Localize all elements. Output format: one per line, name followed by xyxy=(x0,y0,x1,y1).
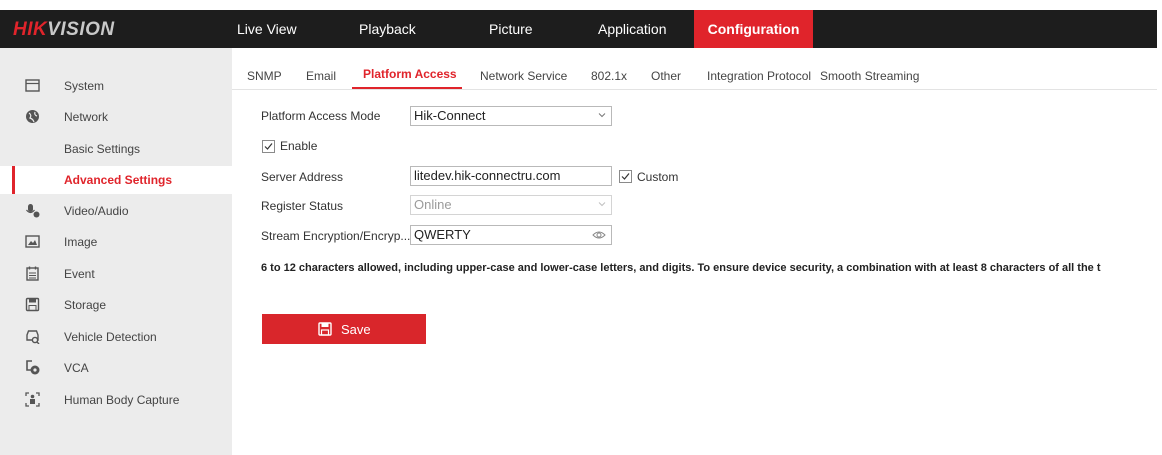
sidebar-item-video-audio[interactable]: Video/Audio xyxy=(0,197,232,225)
tab-smooth-streaming[interactable]: Smooth Streaming xyxy=(820,69,919,83)
tab-divider xyxy=(232,89,1157,90)
sidebar-item-label: Image xyxy=(64,235,98,249)
tab-integration-protocol[interactable]: Integration Protocol xyxy=(707,69,811,83)
sidebar-item-label: System xyxy=(64,79,105,93)
custom-label: Custom xyxy=(637,170,679,184)
tab-network-service[interactable]: Network Service xyxy=(480,69,567,83)
nav-configuration[interactable]: Configuration xyxy=(694,10,813,48)
sidebar-item-event[interactable]: Event xyxy=(0,260,232,288)
vehicle-icon xyxy=(26,330,40,344)
sidebar-item-label: Advanced Settings xyxy=(64,173,173,187)
nav-live-view[interactable]: Live View xyxy=(237,10,297,48)
save-icon xyxy=(318,322,332,336)
sidebar-item-network[interactable]: Network xyxy=(0,103,232,131)
monitor-icon xyxy=(25,79,40,92)
hikvision-logo: HIKVISION xyxy=(13,19,115,41)
top-nav-bar: HIKVISION Live View Playback Picture App… xyxy=(0,10,1157,48)
logo-part-1: HIK xyxy=(13,19,48,40)
sidebar-item-label: VCA xyxy=(64,361,89,375)
sidebar-item-advanced-settings[interactable]: Advanced Settings xyxy=(0,166,232,194)
sidebar-item-vehicle-detection[interactable]: Vehicle Detection xyxy=(0,323,232,351)
stream-encryption-input[interactable]: QWERTY xyxy=(410,225,612,245)
save-button-label: Save xyxy=(341,322,371,337)
enable-label: Enable xyxy=(280,139,318,153)
body-capture-icon xyxy=(25,392,40,407)
calendar-icon xyxy=(26,266,39,281)
sidebar-item-label: Vehicle Detection xyxy=(64,330,157,344)
checkmark-icon xyxy=(264,143,273,150)
register-status-label: Register Status xyxy=(261,199,344,213)
stream-encryption-value: QWERTY xyxy=(414,227,471,242)
eye-icon[interactable] xyxy=(592,229,606,241)
chevron-down-icon xyxy=(598,202,606,207)
tab-snmp[interactable]: SNMP xyxy=(247,69,282,83)
checkmark-icon xyxy=(621,173,630,180)
sidebar-item-label: Storage xyxy=(64,298,107,312)
tab-802-1x[interactable]: 802.1x xyxy=(591,69,627,83)
tab-platform-access[interactable]: Platform Access xyxy=(363,67,457,81)
sidebar-item-human-body-capture[interactable]: Human Body Capture xyxy=(0,386,232,414)
server-address-input[interactable]: litedev.hik-connectru.com xyxy=(410,166,612,186)
logo-part-2: VISION xyxy=(47,19,115,40)
sidebar-item-label: Network xyxy=(64,110,109,124)
sidebar-item-label: Human Body Capture xyxy=(64,393,180,407)
nav-playback[interactable]: Playback xyxy=(359,10,416,48)
storage-icon xyxy=(25,297,40,312)
enable-checkbox[interactable] xyxy=(262,140,275,153)
register-status-select: Online xyxy=(410,195,612,215)
globe-icon xyxy=(26,110,39,123)
sidebar-item-storage[interactable]: Storage xyxy=(0,291,232,319)
custom-checkbox[interactable] xyxy=(619,170,632,183)
tab-other[interactable]: Other xyxy=(651,69,681,83)
active-indicator xyxy=(12,166,15,194)
register-status-value: Online xyxy=(414,197,452,212)
sidebar: System Network Basic Settings Advanced S… xyxy=(0,48,232,455)
server-address-value: litedev.hik-connectru.com xyxy=(414,168,561,183)
sidebar-item-label: Event xyxy=(64,267,95,281)
platform-access-mode-select[interactable]: Hik-Connect xyxy=(410,106,612,126)
nav-application[interactable]: Application xyxy=(598,10,667,48)
vca-icon xyxy=(26,360,40,375)
save-button[interactable]: Save xyxy=(262,314,426,344)
platform-access-mode-label: Platform Access Mode xyxy=(261,109,381,123)
server-address-label: Server Address xyxy=(261,170,344,184)
sidebar-item-basic-settings[interactable]: Basic Settings xyxy=(0,135,232,163)
sidebar-item-image[interactable]: Image xyxy=(0,228,232,256)
chevron-down-icon xyxy=(598,113,606,118)
sidebar-item-label: Basic Settings xyxy=(64,142,141,156)
platform-access-mode-value: Hik-Connect xyxy=(414,108,486,123)
password-hint-text: 6 to 12 characters allowed, including up… xyxy=(261,262,1101,274)
sidebar-item-system[interactable]: System xyxy=(0,72,232,100)
sidebar-item-vca[interactable]: VCA xyxy=(0,354,232,382)
sidebar-item-label: Video/Audio xyxy=(64,204,129,218)
mic-person-icon xyxy=(26,204,40,218)
tab-email[interactable]: Email xyxy=(306,69,336,83)
stream-encryption-label: Stream Encryption/Encryp... xyxy=(261,229,411,243)
nav-picture[interactable]: Picture xyxy=(489,10,533,48)
image-icon xyxy=(25,235,40,248)
